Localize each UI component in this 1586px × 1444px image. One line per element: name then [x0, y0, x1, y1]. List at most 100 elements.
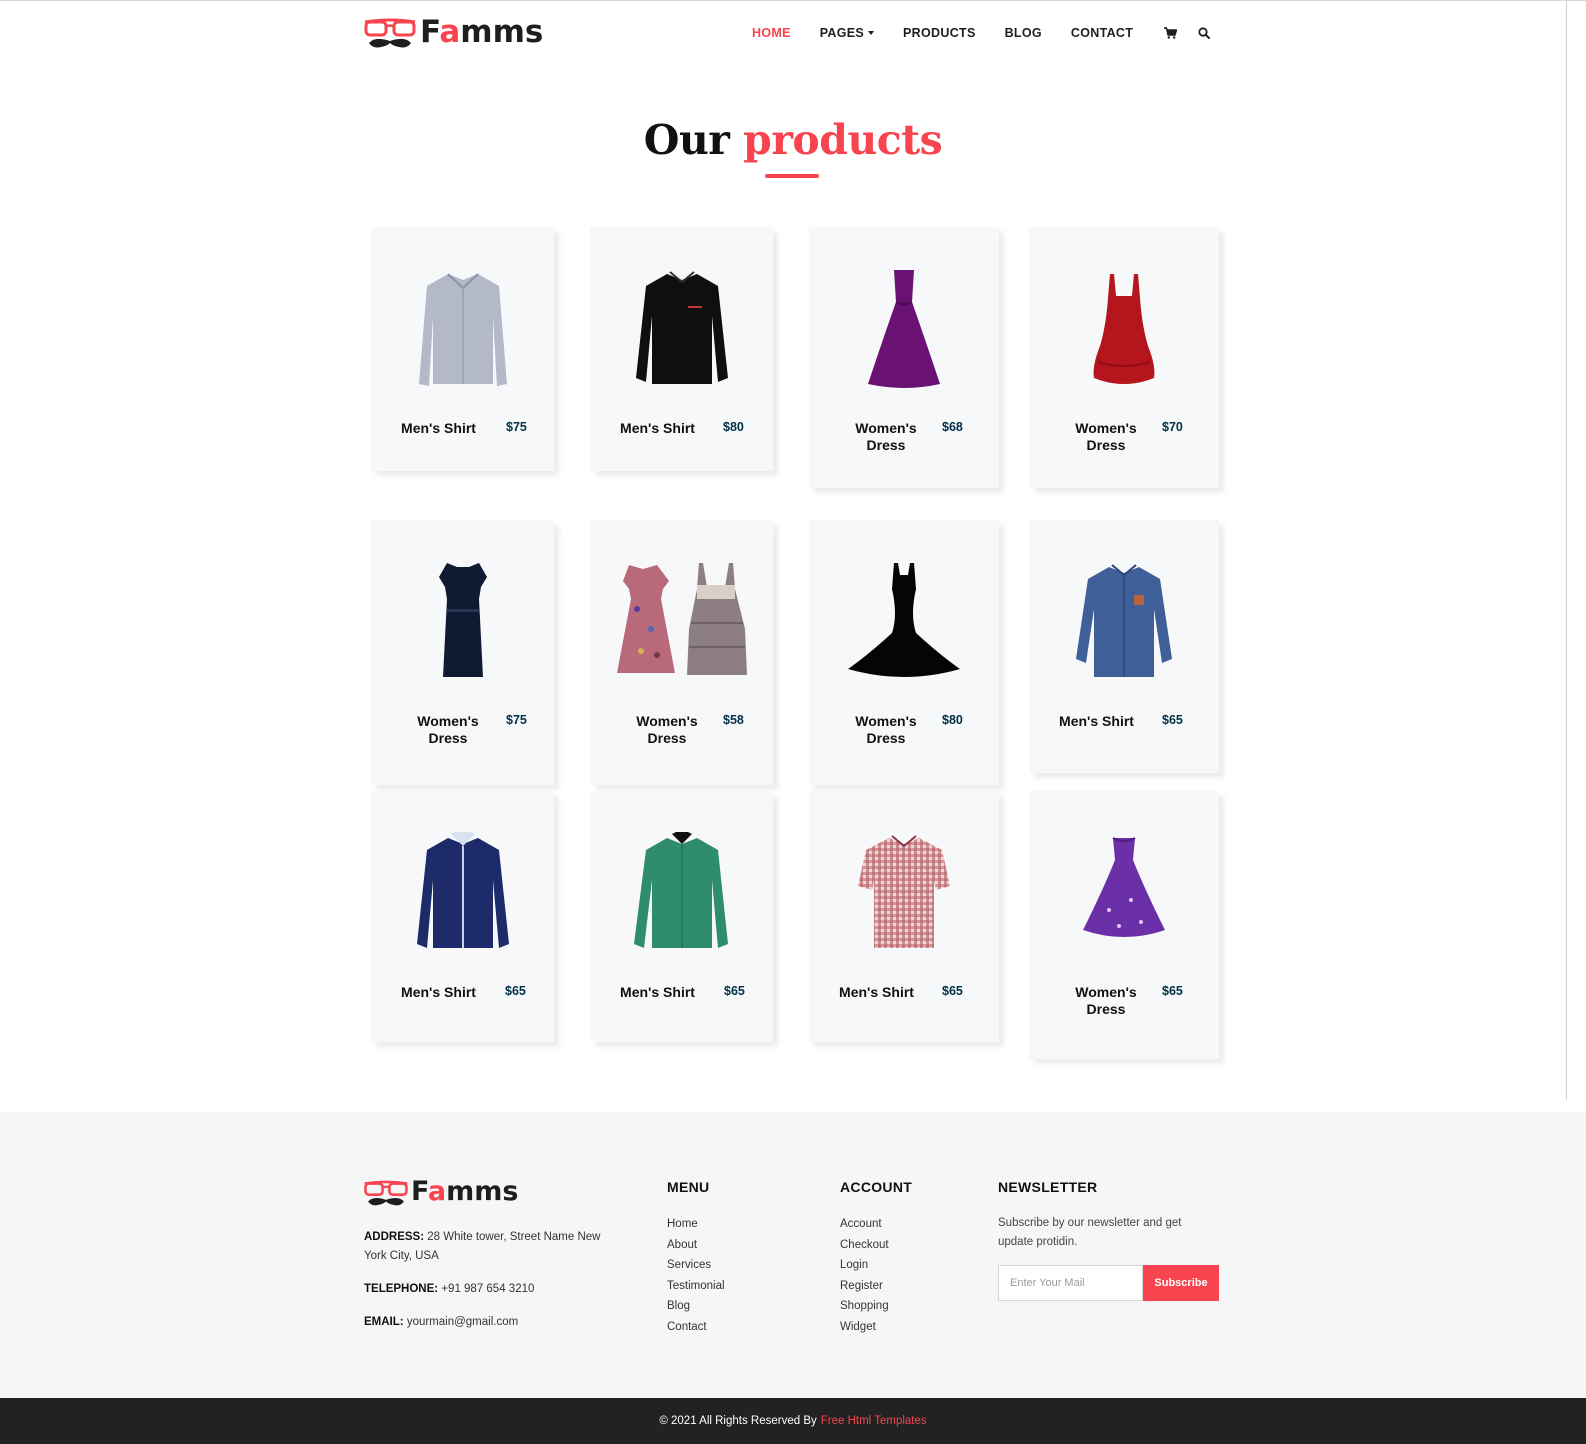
product-card[interactable]: Women's Dress $68 — [809, 227, 999, 488]
footer-brand-wordmark: Famms — [411, 1176, 519, 1207]
product-price: $65 — [724, 984, 745, 998]
galaxy-gown-image — [1083, 837, 1165, 937]
product-card[interactable]: Women's Dress $58 — [590, 520, 773, 785]
product-price: $70 — [1162, 420, 1183, 434]
footer-link-widget[interactable]: Widget — [840, 1321, 889, 1342]
address-line2: York City, USA — [364, 1250, 439, 1262]
footer-link-home[interactable]: Home — [667, 1218, 725, 1239]
newsletter-description: Subscribe by our newsletter and get upda… — [998, 1214, 1218, 1252]
grey-shirt-image — [418, 273, 507, 386]
email-value: yourmain@gmail.com — [406, 1316, 519, 1328]
product-card[interactable]: Men's Shirt $65 — [1029, 520, 1219, 773]
product-price: $75 — [506, 713, 527, 727]
product-name: Women's Dress — [855, 420, 917, 453]
product-name: Women's Dress — [636, 713, 698, 746]
product-card[interactable]: Men's Shirt $65 — [809, 791, 999, 1042]
black-shirt-image — [635, 271, 728, 384]
footer-address: ADDRESS: 28 White tower, Street Name New… — [364, 1228, 634, 1266]
red-dress-image — [1093, 274, 1155, 384]
product-name: Men's Shirt — [401, 984, 476, 1000]
copyright-link[interactable]: Free Html Templates — [821, 1415, 927, 1427]
subscribe-button[interactable]: Subscribe — [1143, 1265, 1219, 1301]
product-image — [809, 556, 999, 686]
product-card[interactable]: Men's Shirt $65 — [371, 791, 554, 1042]
product-card[interactable]: Men's Shirt $75 — [371, 227, 554, 471]
product-image — [371, 556, 554, 686]
heading-part2: products — [743, 116, 943, 164]
product-card[interactable]: Women's Dress $75 — [371, 520, 554, 785]
newsletter-email-input[interactable] — [998, 1265, 1143, 1301]
product-name: Men's Shirt — [839, 984, 914, 1000]
product-card[interactable]: Women's Dress $80 — [809, 520, 999, 785]
footer-link-account[interactable]: Account — [840, 1218, 889, 1239]
product-card[interactable]: Men's Shirt $65 — [590, 791, 773, 1042]
nav-contact[interactable]: Contact — [1071, 26, 1133, 40]
product-name: Women's Dress — [1075, 984, 1137, 1017]
product-image — [809, 827, 999, 957]
product-image — [590, 556, 773, 686]
telephone-value: +91 987 654 3210 — [441, 1283, 535, 1295]
nav-pages[interactable]: Pages — [819, 26, 875, 40]
footer-link-services[interactable]: Services — [667, 1259, 725, 1280]
footer-link-checkout[interactable]: Checkout — [840, 1239, 889, 1260]
checked-shirt-image — [858, 835, 950, 948]
nav-blog[interactable]: Blog — [1005, 26, 1042, 40]
product-image — [809, 263, 999, 393]
heading-part1: Our — [643, 116, 730, 164]
footer-link-about[interactable]: About — [667, 1239, 725, 1260]
navy-shirt-image — [416, 832, 509, 948]
product-image — [371, 263, 554, 393]
address-line1: 28 White tower, Street Name New — [427, 1231, 601, 1243]
main-nav: Home Pages Products Blog Contact — [752, 25, 1212, 41]
footer-link-contact[interactable]: Contact — [667, 1321, 725, 1342]
nav-pages-label: Pages — [819, 26, 865, 40]
footer-link-login[interactable]: Login — [840, 1259, 889, 1280]
product-price: $58 — [723, 713, 744, 727]
footer-account-title: ACCOUNT — [840, 1179, 913, 1195]
product-name: Men's Shirt — [620, 984, 695, 1000]
product-image — [1029, 556, 1219, 686]
black-gown-image — [848, 563, 960, 677]
footer-email: EMAIL: yourmain@gmail.com — [364, 1313, 518, 1332]
product-card[interactable]: Women's Dress $65 — [1029, 791, 1219, 1059]
cart-icon[interactable] — [1162, 25, 1178, 41]
product-price: $65 — [1162, 713, 1183, 727]
copyright-bar: © 2021 All Rights Reserved By Free Html … — [0, 1398, 1586, 1444]
section-heading: Our products — [0, 116, 1586, 164]
footer-link-shopping[interactable]: Shopping — [840, 1300, 889, 1321]
nav-products[interactable]: Products — [903, 26, 976, 40]
product-image — [371, 827, 554, 957]
nav-home[interactable]: Home — [752, 26, 791, 40]
product-image — [1029, 827, 1219, 957]
product-name: Men's Shirt — [401, 420, 476, 436]
footer-link-testimonial[interactable]: Testimonial — [667, 1280, 725, 1301]
email-label: EMAIL: — [364, 1316, 404, 1328]
footer-account-links: Account Checkout Login Register Shopping… — [840, 1218, 889, 1341]
product-price: $80 — [942, 713, 963, 727]
newsletter-text-line1: Subscribe by our newsletter and get — [998, 1217, 1182, 1229]
product-price: $65 — [942, 984, 963, 998]
product-name: Women's Dress — [1075, 420, 1137, 453]
newsletter-text-line2: update protidin. — [998, 1236, 1078, 1248]
product-card[interactable]: Men's Shirt $80 — [590, 227, 773, 471]
copyright-text: © 2021 All Rights Reserved By — [659, 1415, 817, 1427]
footer-brand-logo[interactable]: Famms — [363, 1176, 533, 1212]
purple-gown-image — [868, 270, 940, 388]
product-card[interactable]: Women's Dress $70 — [1029, 227, 1219, 488]
brand-logo[interactable]: Famms — [363, 14, 553, 54]
product-name: Men's Shirt — [620, 420, 695, 436]
product-price: $65 — [505, 984, 526, 998]
search-icon[interactable] — [1196, 25, 1212, 41]
address-label: ADDRESS: — [364, 1231, 425, 1243]
product-name: Women's Dress — [855, 713, 917, 746]
product-image — [1029, 263, 1219, 393]
product-image — [590, 827, 773, 957]
footer-telephone: TELEPHONE: +91 987 654 3210 — [364, 1280, 534, 1299]
blue-denim-shirt-image — [1076, 564, 1172, 677]
footer-link-register[interactable]: Register — [840, 1280, 889, 1301]
telephone-label: TELEPHONE: — [364, 1283, 439, 1295]
footer — [0, 1112, 1586, 1398]
product-name: Men's Shirt — [1059, 713, 1134, 729]
footer-link-blog[interactable]: Blog — [667, 1300, 725, 1321]
heading-underline — [765, 174, 819, 178]
